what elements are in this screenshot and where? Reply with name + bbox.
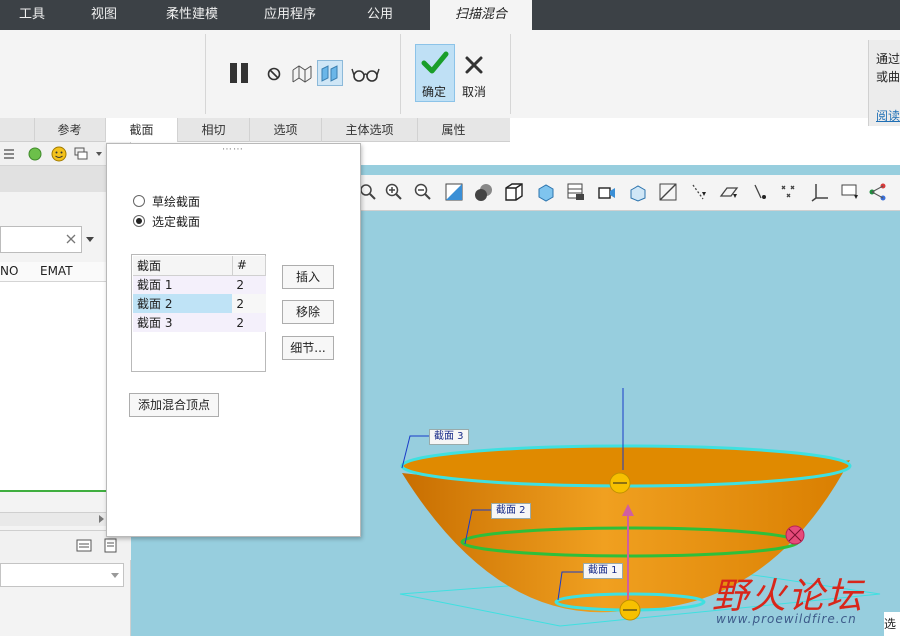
tab-references[interactable]: 参考: [34, 118, 104, 142]
datum-axis-display-icon[interactable]: [689, 182, 709, 202]
table-row[interactable]: 截面 3 2: [133, 313, 266, 332]
clear-icon[interactable]: [65, 233, 77, 245]
insert-button[interactable]: 插入: [282, 265, 334, 289]
tab-properties[interactable]: 属性: [417, 118, 489, 142]
row-count: 2: [232, 294, 266, 313]
column-no: NO: [0, 264, 19, 278]
refit-icon[interactable]: [444, 182, 464, 202]
tab-flexible-modeling[interactable]: 柔性建模: [160, 0, 224, 30]
no-preview-button[interactable]: [264, 64, 284, 84]
sections-table: 截面 # 截面 1 2 截面 2 2 截面 3 2: [131, 254, 267, 372]
pause-button[interactable]: [226, 62, 252, 84]
row-count: 2: [236, 315, 245, 330]
status-green-icon[interactable]: [28, 147, 42, 161]
row-count: 2: [236, 277, 245, 292]
ok-label: 确定: [422, 85, 447, 99]
tab-applications[interactable]: 应用程序: [258, 0, 322, 30]
smiley-icon[interactable]: [51, 146, 67, 162]
label-selected-sections: 选定截面: [152, 215, 201, 229]
row-name: 截面 1: [137, 278, 173, 293]
read-more-link[interactable]: 阅读: [876, 107, 900, 124]
axis-tag-icon[interactable]: [749, 182, 769, 202]
ribbon-divider: [400, 34, 401, 114]
hint-text-1: 通过: [876, 52, 900, 66]
layer-settings-icon[interactable]: [76, 538, 94, 554]
radio-sketched-sections[interactable]: [133, 195, 145, 207]
ribbon-divider: [205, 34, 206, 114]
section-view-icon[interactable]: [628, 182, 648, 202]
coordinate-system-icon[interactable]: [810, 182, 830, 202]
table-header-row: 截面 #: [133, 256, 267, 276]
display-style-icon[interactable]: [504, 182, 524, 202]
table-row[interactable]: 截面 2 2: [133, 294, 266, 313]
section-label-2[interactable]: 截面 2: [491, 503, 531, 519]
chevron-down-icon[interactable]: [110, 570, 120, 580]
perspective-icon[interactable]: [597, 182, 617, 202]
saved-orientation-icon[interactable]: [536, 182, 556, 202]
label-sketched-sections: 草绘截面: [152, 195, 201, 209]
render-style-icon[interactable]: [474, 182, 494, 202]
row-name: 截面 3: [137, 316, 173, 330]
show-filter-icon[interactable]: [74, 147, 104, 161]
header-section: 截面: [133, 256, 233, 276]
zoom-in-icon[interactable]: [384, 182, 404, 202]
scroll-right-icon[interactable]: [96, 514, 106, 524]
add-blend-vertex-button[interactable]: 添加混合顶点: [129, 393, 219, 417]
ribbon-divider: [510, 34, 511, 114]
section-label-3[interactable]: 截面 3: [429, 429, 469, 445]
radio-selected-sections[interactable]: [133, 215, 145, 227]
tree-insert-line: [0, 490, 106, 492]
header-count: #: [232, 256, 267, 276]
wireframe-icon: [292, 65, 312, 83]
watermark-url: www.proewildfire.cn: [716, 612, 857, 626]
tab-view[interactable]: 视图: [86, 0, 122, 30]
horizontal-scrollbar[interactable]: [0, 512, 106, 526]
table-row[interactable]: 截面 1 2: [133, 275, 266, 294]
remove-button[interactable]: 移除: [282, 300, 334, 324]
tab-tools[interactable]: 工具: [14, 0, 50, 30]
layer-filter-icon[interactable]: [104, 538, 122, 554]
tree-settings-icon[interactable]: [2, 146, 18, 162]
view-manager-icon[interactable]: [566, 182, 586, 202]
close-icon: [465, 56, 483, 74]
glasses-icon: [351, 68, 380, 82]
datum-plane-display-icon[interactable]: [658, 182, 678, 202]
tab-sweep-blend[interactable]: 扫描混合: [430, 0, 532, 30]
tree-list: [0, 282, 106, 492]
datum-point-display-icon[interactable]: [779, 182, 799, 202]
panel-grip[interactable]: ⋯⋯: [222, 144, 244, 155]
spin-center-icon[interactable]: [868, 182, 888, 202]
no-symbol-icon: [267, 67, 281, 81]
tree-header-band: [0, 166, 106, 192]
pause-icon: [230, 63, 248, 83]
verify-mode-button[interactable]: [351, 64, 381, 84]
datum-plane-tag-icon[interactable]: [719, 182, 739, 202]
zoom-fit-icon[interactable]: [358, 182, 378, 202]
solid-preview-icon: [321, 65, 338, 82]
layer-dropdown[interactable]: [0, 563, 124, 587]
zoom-out-icon[interactable]: [413, 182, 433, 202]
tab-sections[interactable]: 截面: [105, 118, 177, 144]
checkmark-icon: [421, 51, 449, 74]
chevron-down-icon[interactable]: [85, 234, 95, 244]
column-emat: EMAT: [40, 264, 73, 278]
tab-options[interactable]: 选项: [249, 118, 321, 142]
tab-body-options[interactable]: 主体选项: [321, 118, 417, 142]
geometry-preview-button[interactable]: [317, 60, 343, 86]
hint-text-2: 或曲: [876, 70, 900, 84]
cancel-label: 取消: [462, 85, 487, 99]
annotation-display-icon[interactable]: [840, 182, 860, 202]
row-name: 截面 2: [133, 294, 233, 313]
status-corner-text: 选: [884, 612, 900, 636]
tab-tangency[interactable]: 相切: [177, 118, 249, 142]
section-label-1[interactable]: 截面 1: [583, 563, 623, 579]
tab-common[interactable]: 公用: [362, 0, 398, 30]
mesh-preview-button[interactable]: [290, 62, 314, 86]
details-button[interactable]: 细节...: [282, 336, 334, 360]
